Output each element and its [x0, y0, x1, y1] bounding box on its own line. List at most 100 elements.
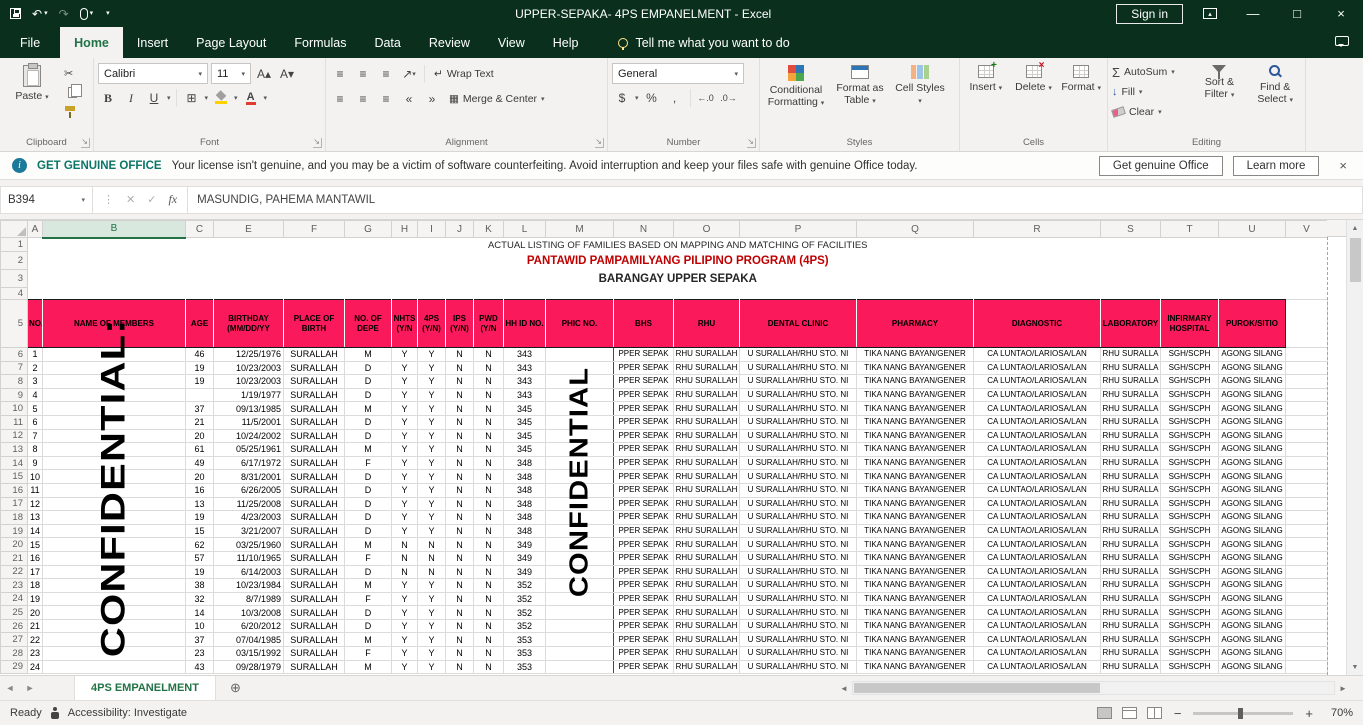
cell-N16[interactable]: PPER SEPAK	[613, 482, 674, 498]
cell-U7[interactable]: AGONG SILANG	[1218, 360, 1286, 376]
sheet-tab-4ps-empanelment[interactable]: 4PS EMPANELMENT	[74, 676, 216, 700]
cell-F25[interactable]: SURALLAH	[283, 605, 345, 620]
zoom-out-icon[interactable]: −	[1172, 706, 1184, 721]
cell-P21[interactable]: U SURALLAH/RHU STO. NI	[739, 550, 857, 566]
cell-G8[interactable]: D	[344, 374, 392, 389]
cell-M9[interactable]	[545, 387, 614, 403]
fill-button[interactable]: ↓ Fill ▾	[1112, 83, 1190, 101]
cell-L22[interactable]: 349	[503, 564, 546, 580]
cell-A29[interactable]: 24	[27, 659, 43, 675]
cell-J25[interactable]: N	[445, 605, 474, 620]
cell-F12[interactable]: SURALLAH	[283, 428, 345, 444]
cell-J22[interactable]: N	[445, 564, 474, 580]
row-header-23[interactable]: 23	[0, 578, 28, 593]
cell-T25[interactable]: SGH/SCPH	[1160, 605, 1219, 620]
column-header-B[interactable]: B	[42, 220, 186, 239]
cell-E24[interactable]: 8/7/1989	[213, 591, 284, 607]
cell-R10[interactable]: CA LUNTAO/LARIOSA/LAN	[973, 401, 1101, 416]
cell-U10[interactable]: AGONG SILANG	[1218, 401, 1286, 416]
cell-T7[interactable]: SGH/SCPH	[1160, 360, 1219, 376]
banner-close-icon[interactable]: ×	[1335, 158, 1351, 173]
cell-U6[interactable]: AGONG SILANG	[1218, 347, 1286, 362]
cell-M22[interactable]	[545, 564, 614, 580]
cell-F11[interactable]: SURALLAH	[283, 414, 345, 430]
cell-U19[interactable]: AGONG SILANG	[1218, 523, 1286, 539]
cell-Q8[interactable]: TIKA NANG BAYAN/GENER	[856, 374, 974, 389]
cell-K6[interactable]: N	[473, 347, 504, 362]
cell-T10[interactable]: SGH/SCPH	[1160, 401, 1219, 416]
cell-J15[interactable]: N	[445, 469, 474, 484]
column-header-O[interactable]: O	[673, 220, 740, 238]
cell-A26[interactable]: 21	[27, 618, 43, 634]
cell-P15[interactable]: U SURALLAH/RHU STO. NI	[739, 469, 857, 484]
cell-E14[interactable]: 6/17/1972	[213, 455, 284, 471]
clear-button[interactable]: Clear ▾	[1111, 103, 1190, 121]
row-header-17[interactable]: 17	[0, 496, 28, 512]
comments-icon[interactable]	[1335, 36, 1349, 47]
cell-T29[interactable]: SGH/SCPH	[1160, 659, 1219, 675]
row-header-3[interactable]: 3	[0, 269, 28, 288]
cell-E18[interactable]: 4/23/2003	[213, 510, 284, 525]
cell-G14[interactable]: F	[344, 455, 392, 471]
cell-C24[interactable]: 32	[185, 591, 214, 607]
cell-P20[interactable]: U SURALLAH/RHU STO. NI	[739, 537, 857, 552]
cell-A11[interactable]: 6	[27, 414, 43, 430]
cell-J20[interactable]: N	[445, 537, 474, 552]
cell-styles-button[interactable]: Cell Styles ▾	[892, 61, 948, 106]
ribbon-tab-home[interactable]: Home	[60, 27, 123, 58]
cell-N25[interactable]: PPER SEPAK	[613, 605, 674, 620]
cell-G20[interactable]: M	[344, 537, 392, 552]
cell-L6[interactable]: 343	[503, 347, 546, 362]
cell-A19[interactable]: 14	[27, 523, 43, 539]
cell-I11[interactable]: Y	[417, 414, 446, 430]
cell-L24[interactable]: 352	[503, 591, 546, 607]
cell-G29[interactable]: M	[344, 659, 392, 675]
cell-N19[interactable]: PPER SEPAK	[613, 523, 674, 539]
table-column-header-F[interactable]: PLACE OF BIRTH	[283, 299, 345, 348]
fill-color-caret-icon[interactable]: ▾	[234, 94, 238, 102]
number-format-select[interactable]: General ▾	[612, 63, 744, 84]
cell-Q23[interactable]: TIKA NANG BAYAN/GENER	[856, 578, 974, 593]
cell-I14[interactable]: Y	[417, 455, 446, 471]
cell-P16[interactable]: U SURALLAH/RHU STO. NI	[739, 482, 857, 498]
cell-P13[interactable]: U SURALLAH/RHU STO. NI	[739, 442, 857, 457]
cell-O11[interactable]: RHU SURALLAH	[673, 414, 740, 430]
cell-V17[interactable]	[1285, 496, 1328, 512]
cell-B19[interactable]	[42, 523, 186, 539]
cell-B29[interactable]	[42, 659, 186, 675]
cell-Q9[interactable]: TIKA NANG BAYAN/GENER	[856, 387, 974, 403]
horizontal-scrollbar[interactable]: ◄ ►	[838, 680, 1349, 696]
row-header-15[interactable]: 15	[0, 469, 28, 484]
cell-K9[interactable]: N	[473, 387, 504, 403]
cell-A24[interactable]: 19	[27, 591, 43, 607]
cell-I13[interactable]: Y	[417, 442, 446, 457]
sheet-nav-right-icon[interactable]: ►	[20, 683, 40, 693]
save-icon[interactable]	[10, 8, 21, 19]
cell-J16[interactable]: N	[445, 482, 474, 498]
cell-K7[interactable]: N	[473, 360, 504, 376]
cell-C6[interactable]: 46	[185, 347, 214, 362]
cell-S16[interactable]: RHU SURALLA	[1100, 482, 1161, 498]
cell-I8[interactable]: Y	[417, 374, 446, 389]
table-column-header-P[interactable]: DENTAL CLINIC	[739, 299, 857, 348]
cell-G6[interactable]: M	[344, 347, 392, 362]
cell-H9[interactable]: Y	[391, 387, 418, 403]
cell-F21[interactable]: SURALLAH	[283, 550, 345, 566]
cell-Q24[interactable]: TIKA NANG BAYAN/GENER	[856, 591, 974, 607]
cell-H7[interactable]: Y	[391, 360, 418, 376]
cell-C22[interactable]: 19	[185, 564, 214, 580]
cell-M17[interactable]	[545, 496, 614, 512]
cell-V21[interactable]	[1285, 550, 1328, 566]
cell-U15[interactable]: AGONG SILANG	[1218, 469, 1286, 484]
row-header-26[interactable]: 26	[0, 618, 28, 634]
cell-K24[interactable]: N	[473, 591, 504, 607]
cell-R19[interactable]: CA LUNTAO/LARIOSA/LAN	[973, 523, 1101, 539]
cell-C21[interactable]: 57	[185, 550, 214, 566]
cell-S29[interactable]: RHU SURALLA	[1100, 659, 1161, 675]
table-column-header-A[interactable]: NO.	[27, 299, 43, 348]
cell-I7[interactable]: Y	[417, 360, 446, 376]
row-header-13[interactable]: 13	[0, 442, 28, 457]
cell-C13[interactable]: 61	[185, 442, 214, 457]
cell-H6[interactable]: Y	[391, 347, 418, 362]
cell-H13[interactable]: Y	[391, 442, 418, 457]
